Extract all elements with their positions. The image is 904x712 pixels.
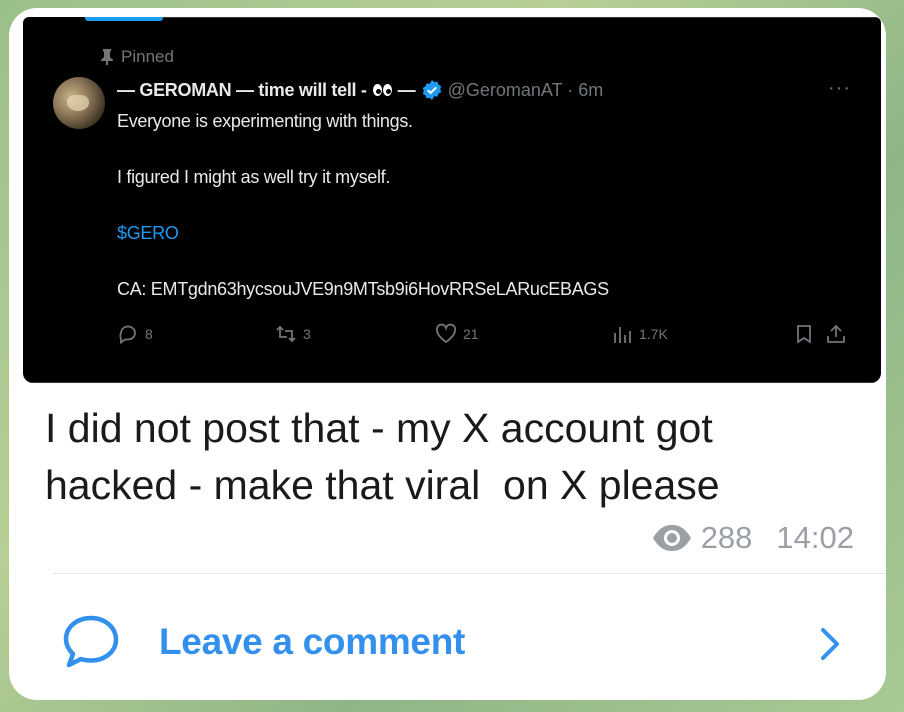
views-icon — [614, 327, 631, 343]
leave-comment-label: Leave a comment — [159, 621, 466, 662]
like-count: 21 — [463, 326, 479, 342]
message-text: I did not post that - my X account got h… — [45, 405, 720, 508]
reply-button[interactable]: 8 — [117, 323, 153, 345]
author-name[interactable]: — GEROMAN — time will tell - — [117, 80, 367, 101]
pinned-label: Pinned — [121, 47, 174, 66]
pinned-indicator: Pinned — [101, 47, 174, 67]
cashtag-link[interactable]: $GERO — [117, 223, 179, 244]
tab-divider — [163, 17, 881, 18]
pin-icon — [101, 49, 113, 65]
message-meta: 288 14:02 — [651, 520, 854, 556]
views-button[interactable]: 1.7K — [611, 323, 668, 345]
tweet-screenshot: Pinned — GEROMAN — time will tell - — @G… — [23, 17, 881, 383]
share-icon — [827, 324, 845, 343]
repost-icon — [276, 325, 296, 343]
tweet-divider — [23, 382, 881, 383]
like-icon — [435, 323, 457, 344]
avatar[interactable] — [53, 77, 105, 129]
comment-divider — [53, 573, 886, 574]
chevron-right-icon — [821, 628, 839, 660]
message-card: Pinned — GEROMAN — time will tell - — @G… — [9, 8, 886, 700]
reply-count: 8 — [145, 326, 153, 342]
active-tab-indicator — [85, 17, 163, 21]
tweet-actions: 8 3 21 1.7K — [117, 323, 857, 351]
bookmark-icon — [797, 325, 811, 344]
more-icon[interactable]: ··· — [828, 78, 851, 98]
verified-badge-icon — [422, 80, 441, 100]
share-button[interactable] — [825, 323, 847, 345]
repost-button[interactable]: 3 — [275, 323, 311, 345]
contract-address-line: CA: EMTgdn63hycsouJVE9n9MTsb9i6HovRRSeLA… — [117, 279, 609, 299]
leave-comment-button[interactable]: Leave a comment — [61, 612, 856, 672]
tweet-text-line: I figured I might as well try it myself. — [117, 167, 391, 187]
view-count: 288 — [700, 520, 753, 555]
eyes-emoji-icon — [372, 84, 392, 96]
author-name-suffix: — — [397, 79, 416, 100]
reply-icon — [119, 325, 136, 345]
handle-and-time[interactable]: @GeromanAT · 6m — [448, 80, 604, 101]
views-eye-icon — [652, 525, 691, 551]
bookmark-button[interactable] — [793, 323, 815, 345]
views-count: 1.7K — [639, 326, 668, 342]
repost-count: 3 — [303, 326, 311, 342]
tweet-text-line: Everyone is experimenting with things. — [117, 111, 413, 131]
message-time: 14:02 — [776, 520, 854, 555]
comment-bubble-icon — [63, 615, 119, 668]
like-button[interactable]: 21 — [435, 323, 479, 345]
tweet-header: — GEROMAN — time will tell - — @GeromanA… — [117, 77, 851, 103]
